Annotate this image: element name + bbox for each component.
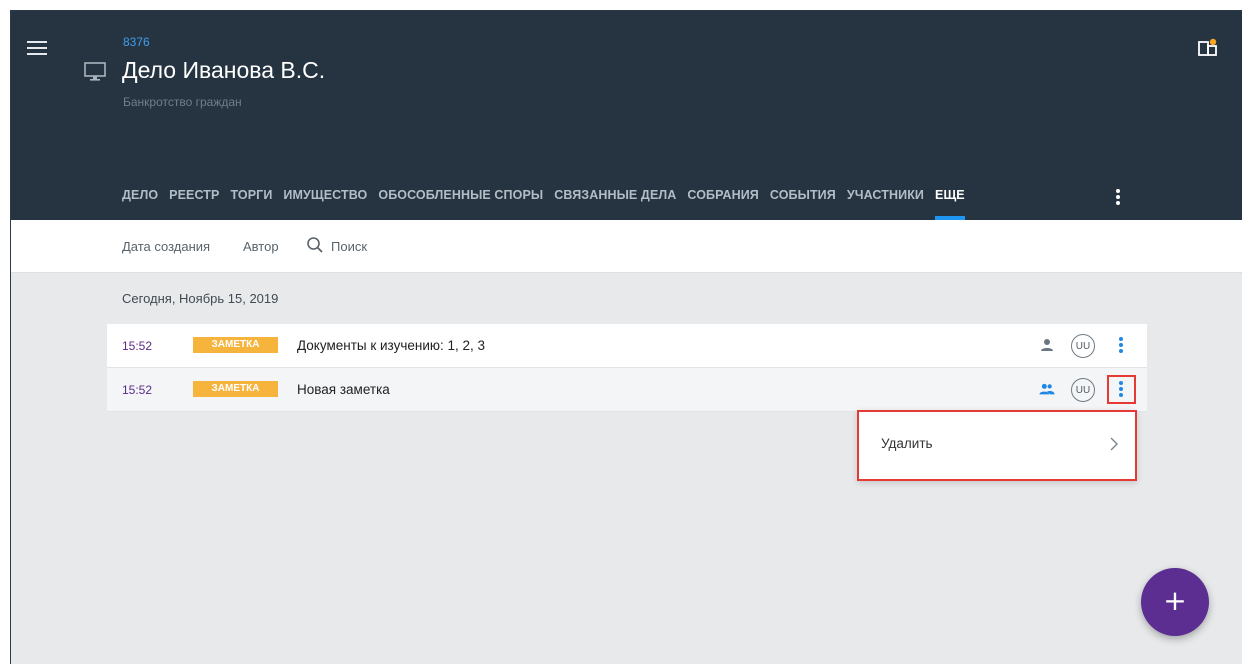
- filter-author-button[interactable]: Автор: [243, 239, 279, 254]
- person-icon: [1041, 339, 1053, 351]
- row-menu-icon[interactable]: [1107, 331, 1136, 360]
- tab-torgi[interactable]: ТОРГИ: [230, 181, 272, 220]
- delete-menu-label: Удалить: [881, 436, 933, 451]
- sort-by-date-button[interactable]: Дата создания: [122, 239, 210, 254]
- event-type-badge: ЗАМЕТКА: [193, 381, 278, 397]
- tab-reestr[interactable]: РЕЕСТР: [169, 181, 219, 220]
- hamburger-menu-icon[interactable]: [27, 41, 47, 57]
- avatar: UU: [1071, 334, 1095, 358]
- tab-events[interactable]: СОБЫТИЯ: [770, 181, 836, 220]
- tab-participants[interactable]: УЧАСТНИКИ: [847, 181, 924, 220]
- plus-icon: +: [1163, 584, 1187, 617]
- events-list: 15:52 ЗАМЕТКА Документы к изучению: 1, 2…: [107, 324, 1147, 412]
- case-number[interactable]: 8376: [123, 35, 150, 49]
- date-group-header: Сегодня, Ноябрь 15, 2019: [122, 291, 279, 306]
- tab-related-cases[interactable]: СВЯЗАННЫЕ ДЕЛА: [554, 181, 676, 220]
- chevron-right-icon: [1110, 437, 1118, 451]
- tab-meetings[interactable]: СОБРАНИЯ: [687, 181, 759, 220]
- filter-toolbar: Дата создания Автор Поиск: [11, 220, 1242, 273]
- tab-imushchestvo[interactable]: ИМУЩЕСТВО: [283, 181, 367, 220]
- event-title: Новая заметка: [297, 382, 390, 397]
- event-time: 15:52: [122, 339, 153, 353]
- list-item[interactable]: 15:52 ЗАМЕТКА Документы к изучению: 1, 2…: [107, 324, 1147, 368]
- tab-more[interactable]: ЕЩЕ: [935, 181, 965, 220]
- delete-menu-item[interactable]: Удалить: [859, 412, 1135, 479]
- case-header: 8376 Дело Иванова В.С. Банкротство гражд…: [11, 11, 1242, 220]
- row-context-menu: Удалить: [857, 410, 1137, 481]
- case-tabs: ДЕЛО РЕЕСТР ТОРГИ ИМУЩЕСТВО ОБОСОБЛЕННЫЕ…: [122, 181, 976, 220]
- monitor-icon: [84, 62, 106, 81]
- app-window: 8376 Дело Иванова В.С. Банкротство гражд…: [10, 10, 1242, 664]
- case-type: Банкротство граждан: [123, 95, 242, 109]
- case-title: Дело Иванова В.С.: [122, 57, 326, 83]
- people-icon: [1039, 383, 1055, 395]
- notification-panel-icon[interactable]: [1198, 38, 1218, 58]
- search-button[interactable]: Поиск: [331, 239, 367, 254]
- avatar: UU: [1071, 378, 1095, 402]
- search-icon[interactable]: [306, 236, 324, 254]
- list-item[interactable]: 15:52 ЗАМЕТКА Новая заметка UU: [107, 368, 1147, 412]
- add-event-button[interactable]: +: [1141, 568, 1209, 636]
- tabs-overflow-menu-icon[interactable]: [1115, 189, 1121, 207]
- row-menu-icon[interactable]: [1107, 375, 1136, 404]
- tab-delo[interactable]: ДЕЛО: [122, 181, 158, 220]
- event-title: Документы к изучению: 1, 2, 3: [297, 338, 486, 353]
- tab-separate-disputes[interactable]: ОБОСОБЛЕННЫЕ СПОРЫ: [378, 181, 543, 220]
- event-time: 15:52: [122, 383, 153, 397]
- event-type-badge: ЗАМЕТКА: [193, 337, 278, 353]
